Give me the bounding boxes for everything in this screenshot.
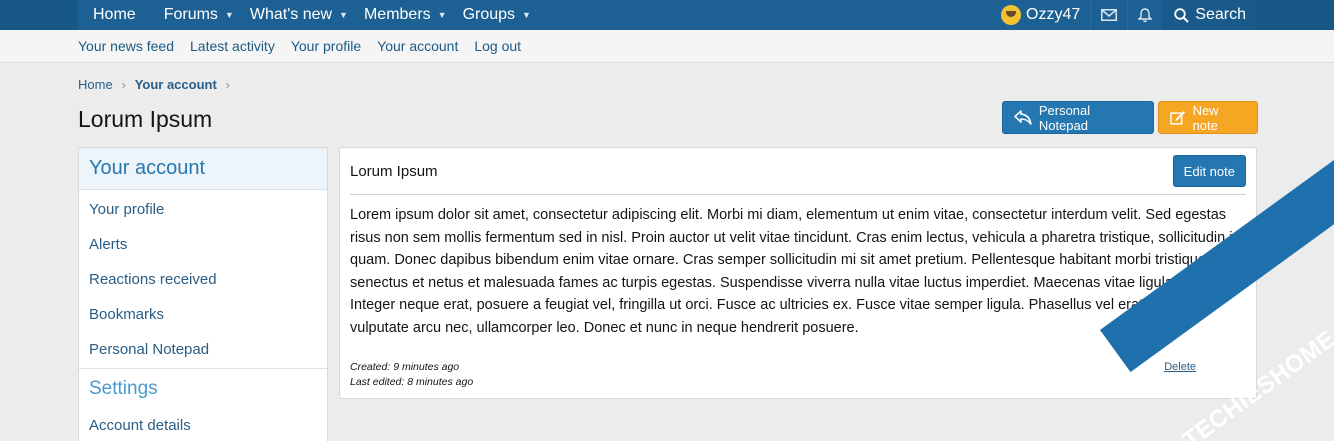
nav-item-label: Forums xyxy=(163,6,218,23)
sidebar-item-your-profile[interactable]: Your profile xyxy=(79,192,327,227)
inbox-button[interactable] xyxy=(1090,0,1127,30)
chevron-right-icon: › xyxy=(225,77,230,92)
nav-item-members[interactable]: Members ▼ xyxy=(356,0,455,30)
note-last-edited: Last edited: 8 minutes ago xyxy=(350,376,474,388)
user-menu[interactable]: Ozzy47 xyxy=(991,0,1090,30)
personal-notepad-label: Personal Notepad xyxy=(1038,102,1091,133)
breadcrumb-home[interactable]: Home xyxy=(78,77,113,92)
note-body: Lorem ipsum dolor sit amet, consectetur … xyxy=(350,207,1241,336)
sidebar-item-reactions-received[interactable]: Reactions received xyxy=(79,262,327,297)
nav-item-groups[interactable]: Groups ▼ xyxy=(455,0,539,30)
nav-item-label: What's new xyxy=(249,6,333,23)
nav-item-forums[interactable]: Forums ▼ xyxy=(156,0,242,30)
subnav-log-out[interactable]: Log out xyxy=(474,38,521,54)
envelope-icon xyxy=(1101,9,1118,21)
top-navigation-bar: Home Forums ▼ What's new ▼ Members ▼ Groups… xyxy=(78,0,1256,30)
sidebar-settings-heading: Settings xyxy=(79,368,327,408)
sidebar-item-account-details[interactable]: Account details xyxy=(79,408,327,441)
chevron-down-icon[interactable]: ▼ xyxy=(225,10,234,20)
bell-icon xyxy=(1138,7,1153,22)
nav-item-home[interactable]: Home xyxy=(78,0,156,30)
page-title: Lorum Ipsum xyxy=(78,106,213,132)
edit-note-button[interactable]: Edit note xyxy=(1172,155,1246,187)
alerts-button[interactable] xyxy=(1127,0,1162,30)
nav-item-label: Members xyxy=(363,6,431,23)
nav-item-label: Home xyxy=(93,6,136,23)
search-icon xyxy=(1174,7,1190,23)
chevron-right-icon: › xyxy=(121,77,126,92)
sidebar-item-alerts[interactable]: Alerts xyxy=(79,227,327,262)
breadcrumb: Home › Your account › xyxy=(78,77,239,92)
avatar xyxy=(1001,5,1022,25)
username: Ozzy47 xyxy=(1026,6,1081,23)
edit-icon xyxy=(1170,111,1186,125)
nav-item-label: Groups xyxy=(462,6,516,23)
top-navigation: Home Forums ▼ What's new ▼ Members ▼ Groups… xyxy=(0,0,1334,30)
subnav-latest-activity[interactable]: Latest activity xyxy=(190,38,275,54)
nav-user-area: Ozzy47 Search xyxy=(991,0,1256,30)
nav-item-whats-new[interactable]: What's new ▼ xyxy=(242,0,356,30)
sidebar-item-bookmarks[interactable]: Bookmarks xyxy=(79,297,327,332)
subnav-your-account[interactable]: Your account xyxy=(377,38,458,54)
chevron-down-icon[interactable]: ▼ xyxy=(522,10,531,20)
chevron-down-icon[interactable]: ▼ xyxy=(339,10,348,20)
search-label: Search xyxy=(1195,6,1246,23)
note-block: Lorum Ipsum Edit note Lorem ipsum dolor … xyxy=(339,147,1257,399)
reply-icon xyxy=(1014,110,1032,125)
sidebar-heading: Your account xyxy=(79,148,327,190)
breadcrumb-your-account[interactable]: Your account xyxy=(135,77,217,92)
delete-note-link[interactable]: Delete xyxy=(1164,361,1196,373)
subnav-news-feed[interactable]: Your news feed xyxy=(78,38,174,54)
note-created: Created: 9 minutes ago xyxy=(350,361,460,373)
sidebar-item-personal-notepad[interactable]: Personal Notepad xyxy=(79,332,327,367)
subnav-your-profile[interactable]: Your profile xyxy=(291,38,361,54)
new-note-button[interactable]: New note xyxy=(1158,101,1258,134)
search-button[interactable]: Search xyxy=(1162,0,1256,30)
chevron-down-icon[interactable]: ▼ xyxy=(438,10,447,20)
sub-navigation: Your news feed Latest activity Your prof… xyxy=(0,30,1334,63)
account-sidebar: Your account Your profile Alerts Reactio… xyxy=(78,147,328,441)
new-note-label: New note xyxy=(1192,102,1219,133)
note-meta: Created: 9 minutes ago Last edited: 8 mi… xyxy=(350,360,473,390)
personal-notepad-button[interactable]: Personal Notepad xyxy=(1002,101,1154,134)
note-header: Lorum Ipsum Edit note xyxy=(350,148,1246,195)
note-title: Lorum Ipsum xyxy=(350,162,438,180)
